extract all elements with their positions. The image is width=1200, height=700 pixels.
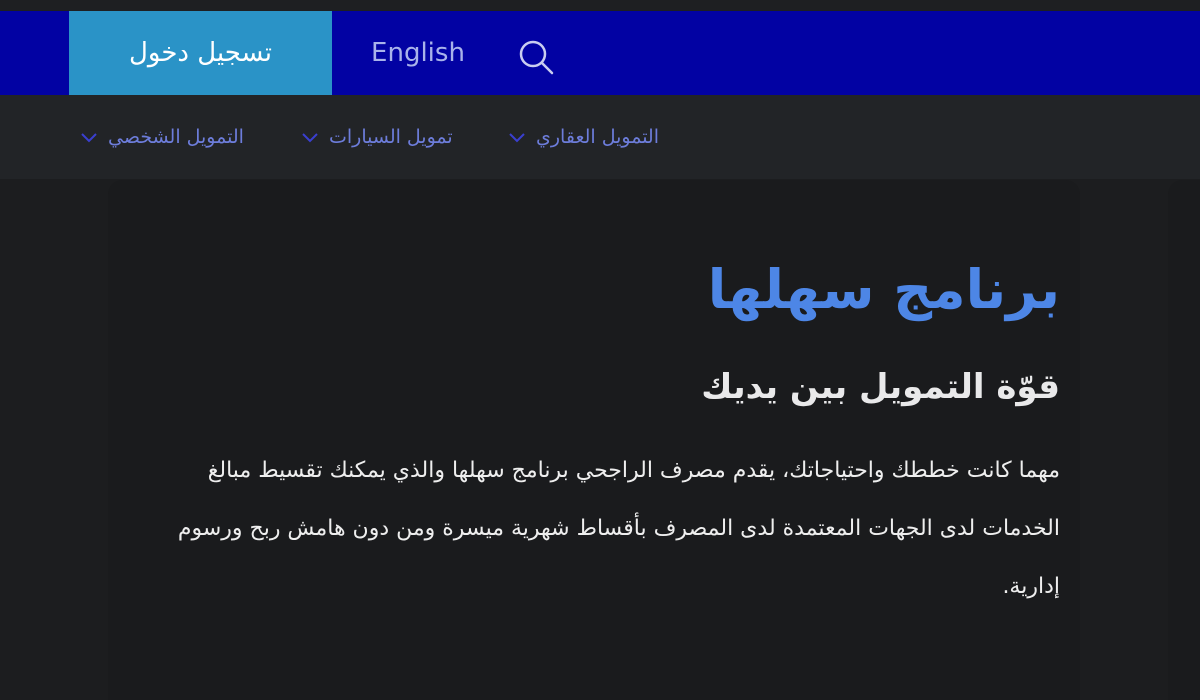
chevron-down-icon [509,133,525,143]
top-strip [0,0,1200,11]
main-content: برنامج سهلها قوّة التمويل بين يديك مهما … [140,250,1060,616]
nav-item-label: تمويل السيارات [329,126,453,148]
page-subtitle: قوّة التمويل بين يديك [701,367,1060,407]
sub-navigation: التمويل العقاري تمويل السيارات التمويل ا… [0,95,1200,179]
chevron-down-icon [81,133,97,143]
page-title: برنامج سهلها [707,258,1060,321]
nav-item-auto-finance[interactable]: تمويل السيارات [301,95,453,179]
header-bar: تسجيل دخول English [0,11,1200,95]
nav-item-label: التمويل الشخصي [108,126,244,148]
nav-item-real-estate-finance[interactable]: التمويل العقاري [508,95,659,179]
language-switch-link[interactable]: English [360,11,476,95]
search-icon[interactable] [514,35,558,79]
login-button[interactable]: تسجيل دخول [69,11,332,95]
chevron-down-icon [302,133,318,143]
adjacent-card [1168,180,1200,700]
description-text: مهما كانت خططك واحتياجاتك، يقدم مصرف الر… [177,458,1060,599]
nav-item-personal-finance[interactable]: التمويل الشخصي [80,95,244,179]
nav-item-label: التمويل العقاري [536,126,659,148]
